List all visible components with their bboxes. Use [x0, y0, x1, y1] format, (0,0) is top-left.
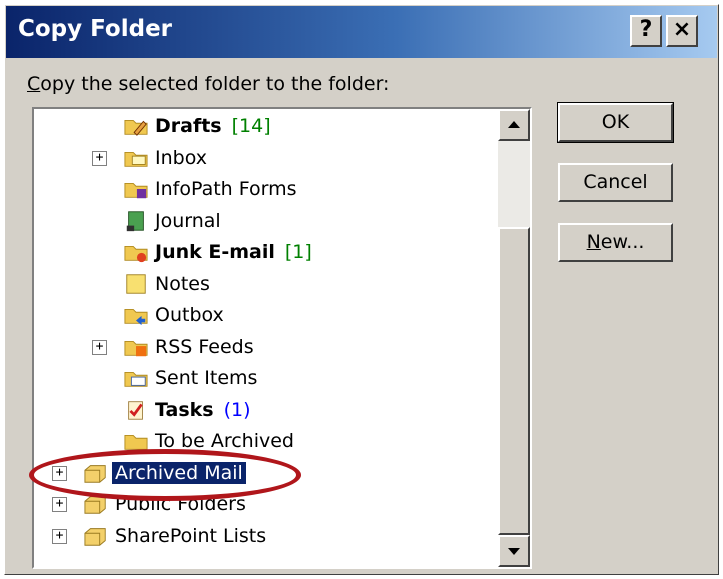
tree-item[interactable]: InfoPath Forms: [34, 174, 498, 204]
tree-item[interactable]: Sent Items: [34, 363, 498, 393]
tree-item-label: Outbox: [152, 304, 227, 326]
instruction-label: Copy the selected folder to the folder:: [27, 73, 389, 95]
folder-name: Sent Items: [155, 367, 258, 389]
expand-toggle[interactable]: +: [52, 465, 67, 481]
sent-folder-icon: [122, 366, 150, 390]
mailbox-icon: [82, 461, 110, 485]
folder-name: Archived Mail: [115, 461, 243, 484]
folder-name: Outbox: [155, 304, 224, 326]
mailbox-icon: [82, 492, 110, 516]
rss-folder-icon: [122, 335, 150, 359]
unread-count: [1]: [284, 241, 312, 263]
folder-name: Drafts: [155, 115, 222, 137]
dialog-title: Copy Folder: [18, 16, 173, 42]
tree-item[interactable]: Junk E-mail [1]: [34, 237, 498, 267]
expand-toggle[interactable]: +: [92, 339, 107, 355]
tree-item[interactable]: Outbox: [34, 300, 498, 330]
scroll-down-button[interactable]: [498, 535, 530, 567]
tree-item[interactable]: To be Archived: [34, 426, 498, 456]
prompt-mnemonic: C: [27, 73, 41, 95]
infopath-folder-icon: [122, 177, 150, 201]
tree-item[interactable]: + Public Folders: [34, 489, 498, 519]
folder-name: Tasks: [155, 398, 214, 421]
expand-toggle[interactable]: +: [52, 528, 67, 544]
tree-item-label: Notes: [152, 273, 213, 295]
tree-item-label: Journal: [152, 210, 224, 232]
tree-item[interactable]: + Inbox: [34, 143, 498, 173]
scroll-thumb[interactable]: [498, 227, 530, 535]
tree-item[interactable]: Notes: [34, 269, 498, 299]
folder-tree-items: Drafts [14] + Inbox InfoPath Forms Journal Jun…: [34, 109, 498, 567]
folder-name: Public Folders: [115, 493, 246, 515]
tree-item-label: RSS Feeds: [152, 336, 257, 358]
outbox-folder-icon: [122, 303, 150, 327]
copy-folder-dialog: Copy Folder ? × Copy the selected folder…: [4, 4, 719, 575]
tree-item[interactable]: + SharePoint Lists: [34, 521, 498, 551]
folder-name: Inbox: [155, 146, 207, 169]
tree-item-label: Inbox: [152, 147, 210, 169]
new-label: ew...: [600, 231, 645, 253]
ok-button[interactable]: OK: [557, 102, 674, 143]
help-button[interactable]: ?: [630, 15, 662, 47]
cancel-button[interactable]: Cancel: [558, 163, 673, 202]
tree-item-label: SharePoint Lists: [112, 525, 269, 547]
expand-toggle[interactable]: +: [52, 497, 67, 512]
tree-item-label: Archived Mail: [112, 461, 246, 484]
tree-item[interactable]: Tasks (1): [34, 395, 498, 425]
tree-item-label: Sent Items: [152, 367, 260, 389]
expand-toggle[interactable]: +: [92, 150, 107, 166]
title-bar[interactable]: Copy Folder ? ×: [6, 6, 717, 58]
scroll-up-button[interactable]: [498, 109, 530, 141]
vertical-scrollbar[interactable]: [498, 109, 530, 567]
tree-item-label: Drafts [14]: [152, 115, 274, 137]
inbox-folder-icon: [122, 146, 150, 170]
close-button[interactable]: ×: [666, 15, 698, 47]
arrow-down-icon: [508, 548, 520, 555]
folder-name: RSS Feeds: [155, 335, 254, 358]
folder-tree[interactable]: Drafts [14] + Inbox InfoPath Forms Journal Jun…: [32, 107, 532, 569]
drafts-folder-icon: [122, 114, 150, 138]
tree-item-label: Tasks (1): [152, 399, 254, 421]
tree-item[interactable]: + Archived Mail: [34, 458, 498, 488]
prompt-text: opy the selected folder to the folder:: [40, 73, 390, 95]
tasks-icon: [122, 398, 150, 422]
notes-icon: [122, 272, 150, 296]
tree-item-label: To be Archived: [152, 430, 297, 452]
unread-count: (1): [223, 398, 251, 421]
folder-name: SharePoint Lists: [115, 524, 267, 547]
new-folder-button[interactable]: New...: [558, 223, 673, 262]
tree-item-label: Junk E-mail [1]: [152, 241, 315, 263]
folder-name: InfoPath Forms: [155, 178, 297, 200]
folder-name: Junk E-mail: [155, 241, 275, 263]
tree-item[interactable]: Journal: [34, 206, 498, 236]
tree-item[interactable]: Drafts [14]: [34, 111, 498, 141]
tree-item-label: Public Folders: [112, 493, 249, 515]
folder-name: To be Archived: [155, 430, 294, 452]
mailbox-icon: [82, 524, 110, 548]
folder-name: Journal: [155, 209, 221, 232]
tree-item-label: InfoPath Forms: [152, 178, 300, 200]
tree-item[interactable]: + RSS Feeds: [34, 332, 498, 362]
junk-folder-icon: [122, 240, 150, 264]
new-mnemonic: N: [586, 231, 601, 253]
folder-icon: [122, 429, 150, 453]
folder-name: Notes: [155, 272, 210, 295]
unread-count: [14]: [231, 115, 271, 137]
arrow-up-icon: [508, 121, 520, 128]
journal-icon: [122, 209, 150, 233]
